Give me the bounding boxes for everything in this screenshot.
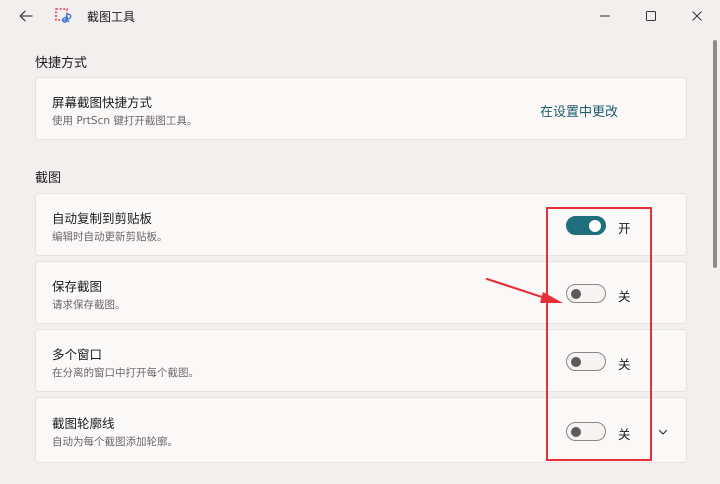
setting-description: 请求保存截图。	[52, 299, 126, 311]
setting-title: 多个窗口	[52, 347, 103, 362]
section-title-snip: 截图	[35, 171, 62, 186]
close-button[interactable]	[674, 0, 720, 32]
shortcut-card: 屏幕截图快捷方式 使用 PrtScn 键打开截图工具。 在设置中更改	[35, 77, 687, 140]
title-bar: 截图工具	[0, 0, 720, 32]
shortcut-title: 屏幕截图快捷方式	[52, 95, 153, 110]
minimize-icon	[600, 15, 610, 17]
back-button[interactable]	[12, 5, 40, 27]
back-arrow-icon	[19, 10, 33, 22]
change-in-settings-link[interactable]: 在设置中更改	[540, 101, 618, 120]
shortcut-description: 使用 PrtScn 键打开截图工具。	[52, 115, 198, 127]
setting-description: 在分离的窗口中打开每个截图。	[52, 367, 199, 379]
maximize-button[interactable]	[628, 0, 674, 32]
section-title-shortcuts: 快捷方式	[35, 56, 88, 71]
setting-title: 保存截图	[52, 279, 103, 294]
window-title: 截图工具	[87, 10, 136, 24]
snipping-tool-icon	[55, 8, 72, 23]
chevron-down-icon[interactable]	[656, 425, 670, 439]
setting-title: 截图轮廓线	[52, 416, 115, 431]
setting-description: 自动为每个截图添加轮廓。	[52, 436, 178, 448]
scrollbar[interactable]	[713, 40, 717, 268]
close-icon	[692, 11, 702, 21]
annotation-highlight-box	[546, 207, 652, 461]
setting-description: 编辑时自动更新剪贴板。	[52, 231, 168, 243]
minimize-button[interactable]	[582, 0, 628, 32]
setting-title: 自动复制到剪贴板	[52, 211, 153, 226]
maximize-icon	[646, 11, 656, 21]
